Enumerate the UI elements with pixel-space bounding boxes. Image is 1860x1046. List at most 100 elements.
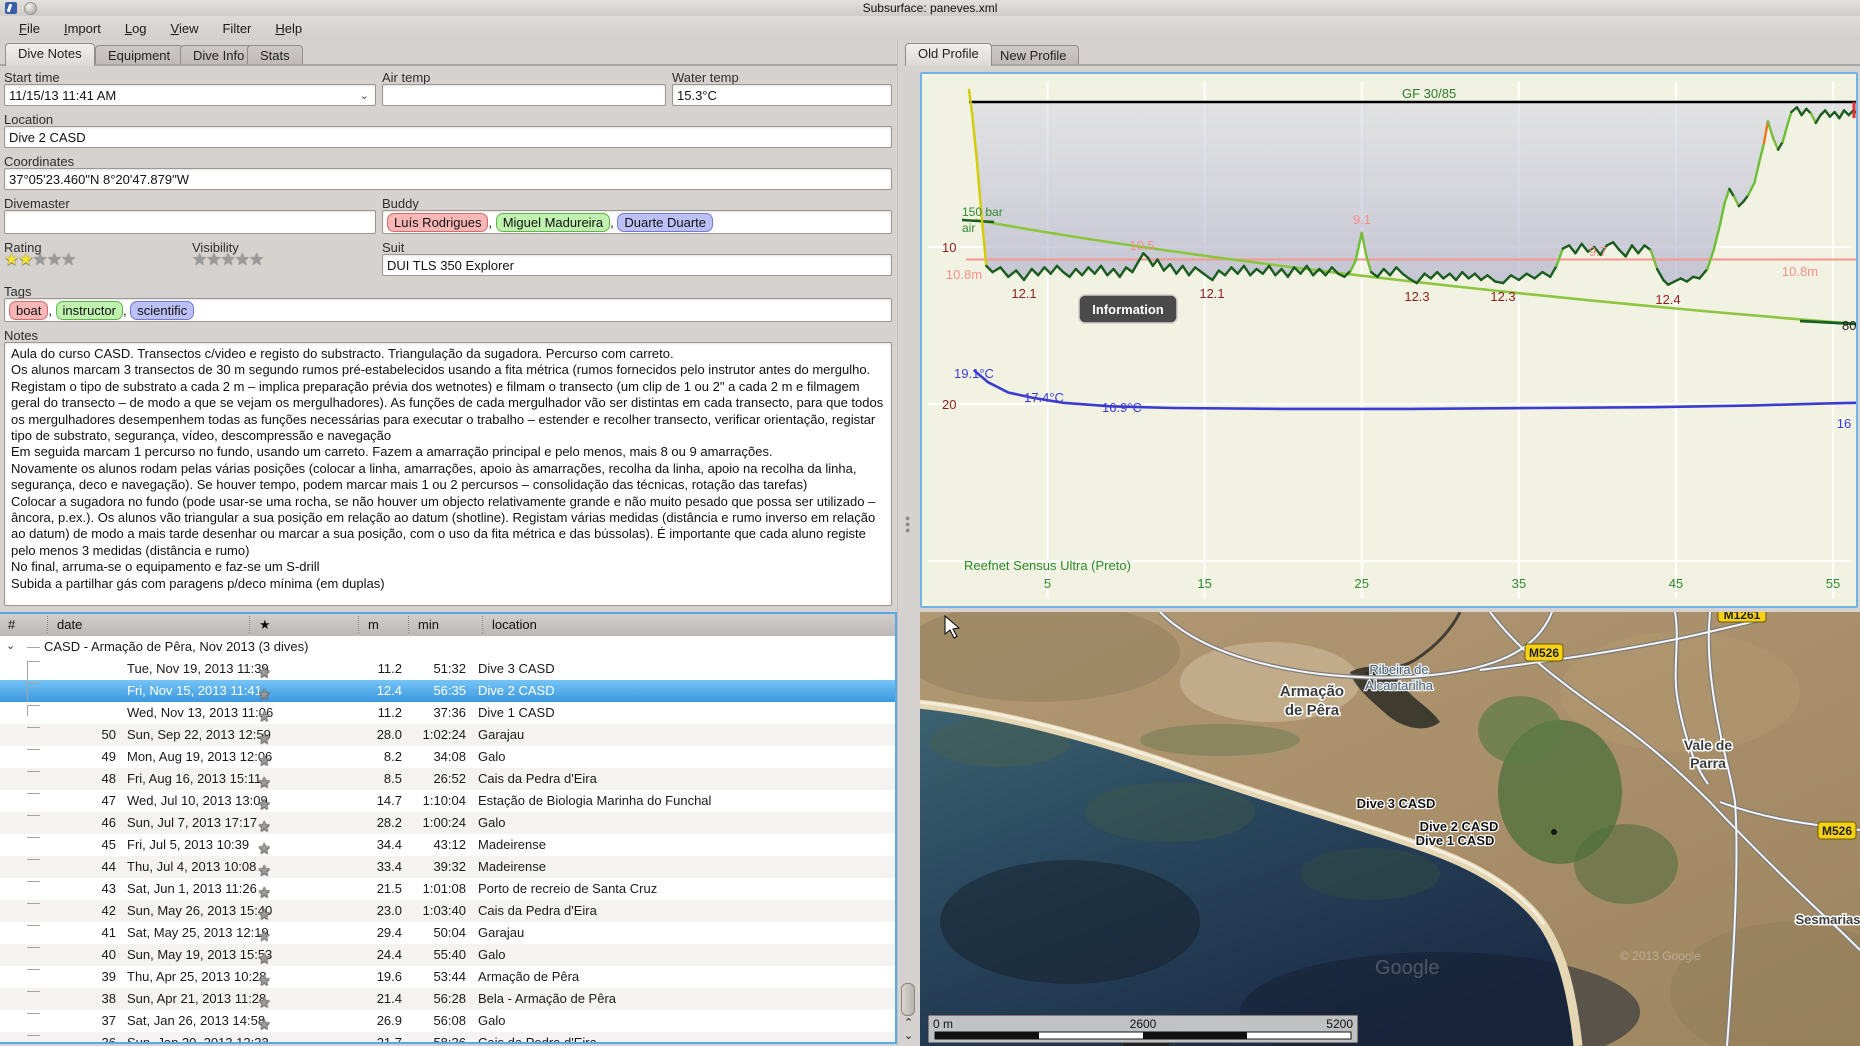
dive-site-map[interactable]: Google © 2013 Google Armação de Pêra Val…	[920, 612, 1860, 1046]
splitter-handle-icon[interactable]: ● ● ●	[905, 514, 911, 541]
dive-depth: 21.5	[376, 881, 402, 896]
dive-duration: 53:44	[433, 969, 466, 984]
dive-row[interactable]: 47 Wed, Jul 10, 2013 13:09 ★ ★ ★ ★ ★ 14.7 1:10:0…	[0, 790, 895, 812]
tab-dive-notes[interactable]: Dive Notes	[5, 43, 95, 66]
dive-row[interactable]: 43 Sat, Jun 1, 2013 11:26 ★ ★ ★ ★ ★ 21.5 1:01:08…	[0, 878, 895, 900]
tab-old-profile[interactable]: Old Profile	[905, 43, 992, 66]
dive-depth: 33.4	[376, 859, 402, 874]
map-dive-marker-icon[interactable]	[1551, 829, 1557, 835]
svg-text:25: 25	[1355, 576, 1369, 591]
column-header-2[interactable]: ★	[259, 617, 271, 633]
dive-location: Dive 2 CASD	[478, 683, 555, 698]
menu-log[interactable]: Log	[114, 19, 158, 38]
divemaster-input[interactable]	[4, 210, 376, 234]
menu-help[interactable]: Help	[264, 19, 313, 38]
start-time-input[interactable]: 11/15/13 11:41 AM ⌄	[4, 84, 376, 106]
dive-row-selected[interactable]: Fri, Nov 15, 2013 11:41 ★ ★ ★ ★ ★ 12.4 56:35 Div…	[0, 680, 895, 705]
scroll-up-icon[interactable]: ⌃	[902, 1016, 915, 1029]
visibility-stars[interactable]: ★★★★★	[192, 250, 264, 270]
map-label-dive1[interactable]: Dive 1 CASD	[1414, 832, 1495, 850]
dive-row[interactable]: 48 Fri, Aug 16, 2013 15:11 ★ ★ ★ ★ ★ 8.5 26:52 Ca…	[0, 768, 895, 790]
coordinates-input[interactable]: 37°05'23.460"N 8°20'47.879"W	[4, 168, 892, 190]
dive-row[interactable]: Tue, Nov 19, 2013 11:39 ★ ★ ★ ★ ★ 11.2 51:32 Div…	[0, 658, 895, 683]
svg-text:150 bar: 150 bar	[962, 205, 1003, 219]
water-temp-input[interactable]: 15.3°C	[672, 84, 892, 106]
dive-depth: 23.0	[376, 903, 402, 918]
air-temp-input[interactable]	[382, 84, 666, 106]
column-header-5[interactable]: location	[492, 617, 537, 632]
dive-number: 50	[101, 727, 116, 742]
chip-luís-rodrigues[interactable]: Luís Rodrigues	[387, 213, 489, 232]
dive-row[interactable]: 38 Sun, Apr 21, 2013 11:28 ★ ★ ★ ★ ★ 21.4 56:28 B…	[0, 988, 895, 1010]
dive-duration: 50:04	[433, 925, 466, 940]
svg-text:80: 80	[1842, 318, 1856, 333]
column-header-3[interactable]: m	[368, 617, 379, 632]
scrollbar-thumb[interactable]	[901, 983, 915, 1016]
suit-input[interactable]: DUI TLS 350 Explorer	[382, 254, 892, 276]
chip-miguel-madureira[interactable]: Miguel Madureira	[495, 213, 611, 232]
rating-stars[interactable]: ★★★★★	[4, 250, 76, 270]
dive-row[interactable]: 49 Mon, Aug 19, 2013 12:06 ★ ★ ★ ★ ★ 8.2 34:08 Ga…	[0, 746, 895, 768]
chip-instructor[interactable]: instructor	[55, 301, 124, 320]
dive-depth: 21.4	[376, 991, 402, 1006]
dive-row[interactable]: 46 Sun, Jul 7, 2013 17:17 ★ ★ ★ ★ ★ 28.2 1:00:24…	[0, 812, 895, 834]
dive-depth: 11.2	[377, 705, 402, 720]
dive-date: Fri, Jul 5, 2013 10:39	[127, 837, 250, 852]
dive-row[interactable]: 39 Thu, Apr 25, 2013 10:28 ★ ★ ★ ★ ★ 19.6 53:44 A…	[0, 966, 895, 988]
buddy-input[interactable]: Luís Rodrigues, Miguel Madureira, Duarte…	[382, 210, 892, 234]
map-label-dive3[interactable]: Dive 3 CASD	[1355, 795, 1436, 813]
dive-duration: 39:32	[433, 859, 466, 874]
dive-row[interactable]: 50 Sun, Sep 22, 2013 12:59 ★ ★ ★ ★ ★ 28.0 1:02:2…	[0, 724, 895, 746]
dive-profile-chart[interactable]: GF 30/85 150 bar air 80 10 20 12.1 12.1 12.3 12.3…	[920, 72, 1860, 608]
dive-duration: 58:36	[433, 1035, 466, 1044]
menu-file[interactable]: File	[8, 19, 51, 38]
chevron-down-icon[interactable]: ⌄	[360, 88, 369, 105]
dive-row[interactable]: 36Sun, Jan 20, 2013 12:33★★★★★21.758:36C…	[0, 1032, 895, 1044]
map-label-dive2[interactable]: Dive 2 CASD	[1418, 818, 1499, 836]
dive-number: 43	[101, 881, 116, 896]
splitter[interactable]	[897, 40, 919, 1046]
svg-text:GF 30/85: GF 30/85	[1402, 86, 1456, 101]
dive-date: Sun, Apr 21, 2013 11:28	[127, 991, 267, 1006]
chip-boat[interactable]: boat	[9, 301, 49, 320]
column-header-1[interactable]: date	[57, 617, 82, 632]
dive-date: Mon, Aug 19, 2013 12:06	[127, 749, 273, 764]
chip-scientific[interactable]: scientific	[130, 301, 195, 320]
dive-row[interactable]: 41 Sat, May 25, 2013 12:19 ★ ★ ★ ★ ★ 29.4 50:04 G…	[0, 922, 895, 944]
information-button[interactable]: Information	[1092, 302, 1164, 317]
location-input[interactable]: Dive 2 CASD	[4, 126, 892, 148]
dive-number: 47	[101, 793, 116, 808]
menu-filter[interactable]: Filter	[211, 19, 262, 38]
svg-text:12.3: 12.3	[1490, 289, 1515, 304]
dive-row[interactable]: 45 Fri, Jul 5, 2013 10:39 ★ ★ ★ ★ ★ 34.4 43:12 Ma…	[0, 834, 895, 856]
dive-row[interactable]: 37 Sat, Jan 26, 2013 14:58 ★ ★ ★ ★ ★ 26.9 56:08 G…	[0, 1010, 895, 1032]
chip-duarte-duarte[interactable]: Duarte Duarte	[617, 213, 714, 232]
column-header-0[interactable]: #	[8, 617, 15, 632]
tab-new-profile[interactable]: New Profile	[987, 45, 1080, 66]
notes-input[interactable]: Aula do curso CASD. Transectos c/video e…	[4, 342, 892, 606]
column-header-4[interactable]: min	[418, 617, 439, 632]
dive-depth: 14.7	[376, 793, 402, 808]
menu-view[interactable]: View	[160, 19, 210, 38]
dive-list-header[interactable]: # date ★ m min location	[0, 614, 895, 637]
buddy-label: Buddy	[382, 196, 419, 211]
dive-date: Sun, Sep 22, 2013 12:59	[127, 727, 271, 742]
trip-row[interactable]: ⌄ CASD - Armação de Pêra, Nov 2013 (3 div…	[0, 636, 895, 658]
tab-equipment[interactable]: Equipment	[95, 45, 184, 66]
svg-text:12.1: 12.1	[1199, 286, 1224, 301]
map-scale-right: 5200	[1326, 1017, 1353, 1031]
tab-dive-info[interactable]: Dive Info	[180, 45, 258, 66]
scroll-down-icon[interactable]: ⌄	[902, 1029, 915, 1042]
dive-row[interactable]: Wed, Nov 13, 2013 11:06 ★ ★ ★ ★ ★ 11.2 37:36 Div…	[0, 702, 895, 724]
map-watermark: Google	[1375, 957, 1440, 979]
dive-row[interactable]: 42 Sun, May 26, 2013 15:40 ★ ★ ★ ★ ★ 23.0 1:03:4…	[0, 900, 895, 922]
tab-stats[interactable]: Stats	[247, 45, 303, 66]
dive-row[interactable]: 40 Sun, May 19, 2013 15:53 ★ ★ ★ ★ ★ 24.4 55:40 G…	[0, 944, 895, 966]
map-label-vale-line1: Vale de	[1684, 737, 1732, 753]
dive-duration: 43:12	[433, 837, 466, 852]
chevron-expanded-icon[interactable]: ⌄	[6, 639, 15, 652]
dive-row[interactable]: 44 Thu, Jul 4, 2013 10:08 ★ ★ ★ ★ ★ 33.4 39:32 Ma…	[0, 856, 895, 878]
tags-input[interactable]: boat, instructor, scientific	[4, 298, 892, 322]
dive-depth: 12.4	[376, 683, 402, 698]
menu-import[interactable]: Import	[53, 19, 112, 38]
